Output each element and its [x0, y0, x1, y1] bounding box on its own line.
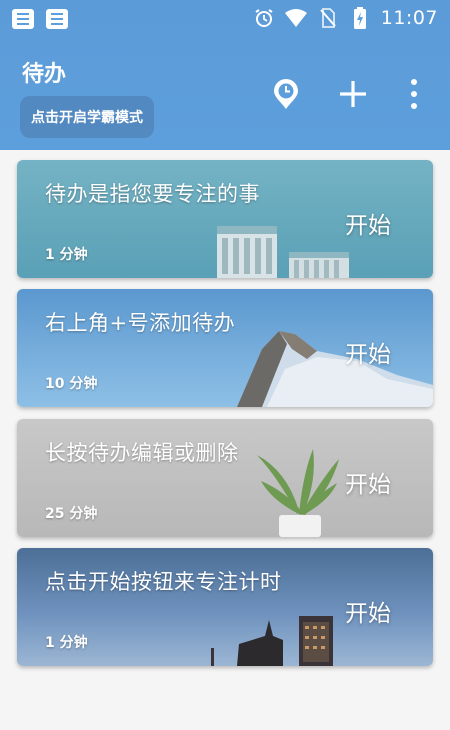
- app-notification-icon: [12, 9, 34, 29]
- app-header: 11:07 待办 点击开启学霸模式: [0, 0, 450, 150]
- wifi-icon: [284, 7, 307, 29]
- status-bar: 11:07: [0, 0, 450, 38]
- todo-card[interactable]: 长按待办编辑或删除 开始 25 分钟: [17, 419, 433, 537]
- add-icon[interactable]: [335, 76, 371, 112]
- todo-duration: 1 分钟: [45, 247, 88, 263]
- start-button[interactable]: 开始: [345, 465, 391, 499]
- todo-title: 待办是指您要专注的事: [45, 182, 260, 206]
- app-notification-icon: [46, 9, 68, 29]
- todo-duration: 1 分钟: [45, 635, 88, 651]
- status-time: 11:07: [380, 7, 438, 29]
- todo-card[interactable]: 点击开始按钮来专注计时 开始 1 分钟: [17, 548, 433, 666]
- alarm-icon: [253, 7, 275, 29]
- todo-card[interactable]: 右上角+号添加待办 开始 10 分钟: [17, 289, 433, 407]
- todo-duration: 25 分钟: [45, 506, 98, 522]
- battery-charging-icon: [349, 7, 371, 29]
- todo-card[interactable]: 待办是指您要专注的事 开始 1 分钟: [17, 160, 433, 278]
- start-button[interactable]: 开始: [345, 206, 391, 240]
- clock-icon[interactable]: [268, 76, 304, 112]
- page-title: 待办: [22, 62, 67, 87]
- todo-title: 右上角+号添加待办: [45, 311, 236, 335]
- start-button[interactable]: 开始: [345, 594, 391, 628]
- no-sim-icon: [317, 7, 339, 29]
- start-button[interactable]: 开始: [345, 335, 391, 369]
- todo-duration: 10 分钟: [45, 376, 98, 392]
- more-vertical-icon[interactable]: [396, 76, 432, 112]
- study-mode-button[interactable]: 点击开启学霸模式: [20, 96, 154, 138]
- todo-title: 点击开始按钮来专注计时: [45, 570, 282, 594]
- todo-title: 长按待办编辑或删除: [45, 441, 239, 465]
